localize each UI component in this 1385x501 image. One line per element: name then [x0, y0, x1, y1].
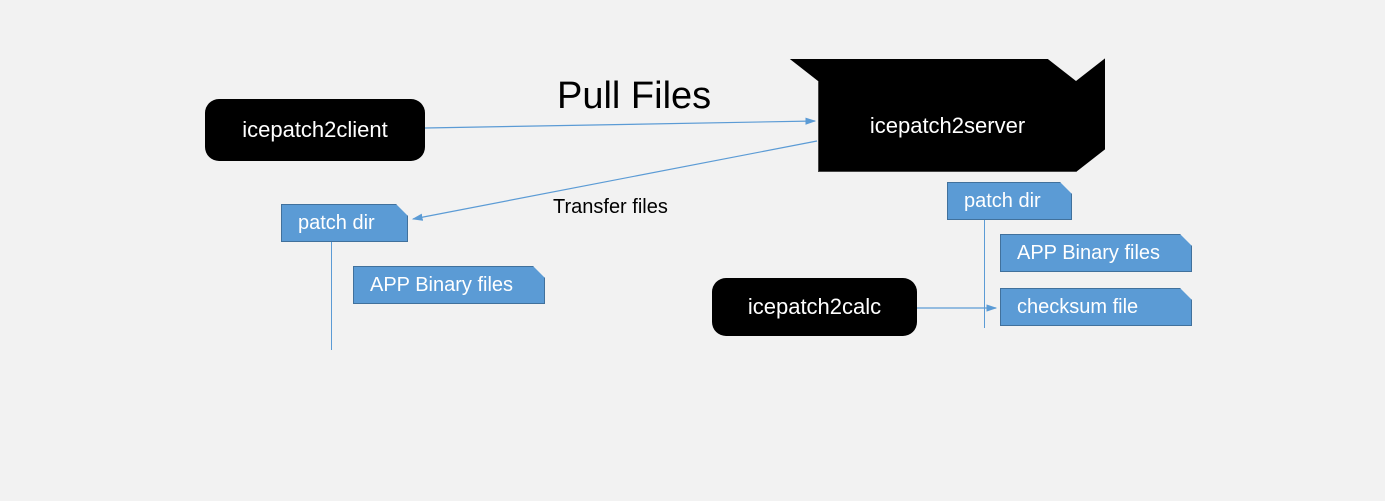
arrow-pull — [425, 121, 815, 128]
server-node: icepatch2server — [818, 59, 1105, 172]
server-label: icepatch2server — [870, 113, 1025, 139]
right-checksum-label: checksum file — [1017, 296, 1138, 319]
diagram-title: Pull Files — [557, 75, 711, 118]
right-app-binary-label: APP Binary files — [1017, 242, 1160, 265]
left-patch-dir-label: patch dir — [298, 212, 375, 235]
left-patch-dir: patch dir — [281, 204, 408, 242]
right-patch-dir: patch dir — [947, 182, 1072, 220]
transfer-label: Transfer files — [553, 196, 668, 219]
client-label: icepatch2client — [242, 117, 388, 143]
calc-label: icepatch2calc — [748, 294, 881, 320]
right-app-binary: APP Binary files — [1000, 234, 1192, 272]
calc-node: icepatch2calc — [712, 278, 917, 336]
server-top-face — [790, 59, 1076, 81]
right-checksum: checksum file — [1000, 288, 1192, 326]
left-app-binary-label: APP Binary files — [370, 274, 513, 297]
server-front-face: icepatch2server — [818, 81, 1076, 172]
server-side-face — [1076, 58, 1105, 172]
right-patch-dir-label: patch dir — [964, 190, 1041, 213]
right-tree-line — [984, 220, 985, 328]
client-node: icepatch2client — [205, 99, 425, 161]
left-tree-line — [331, 242, 332, 350]
left-app-binary: APP Binary files — [353, 266, 545, 304]
